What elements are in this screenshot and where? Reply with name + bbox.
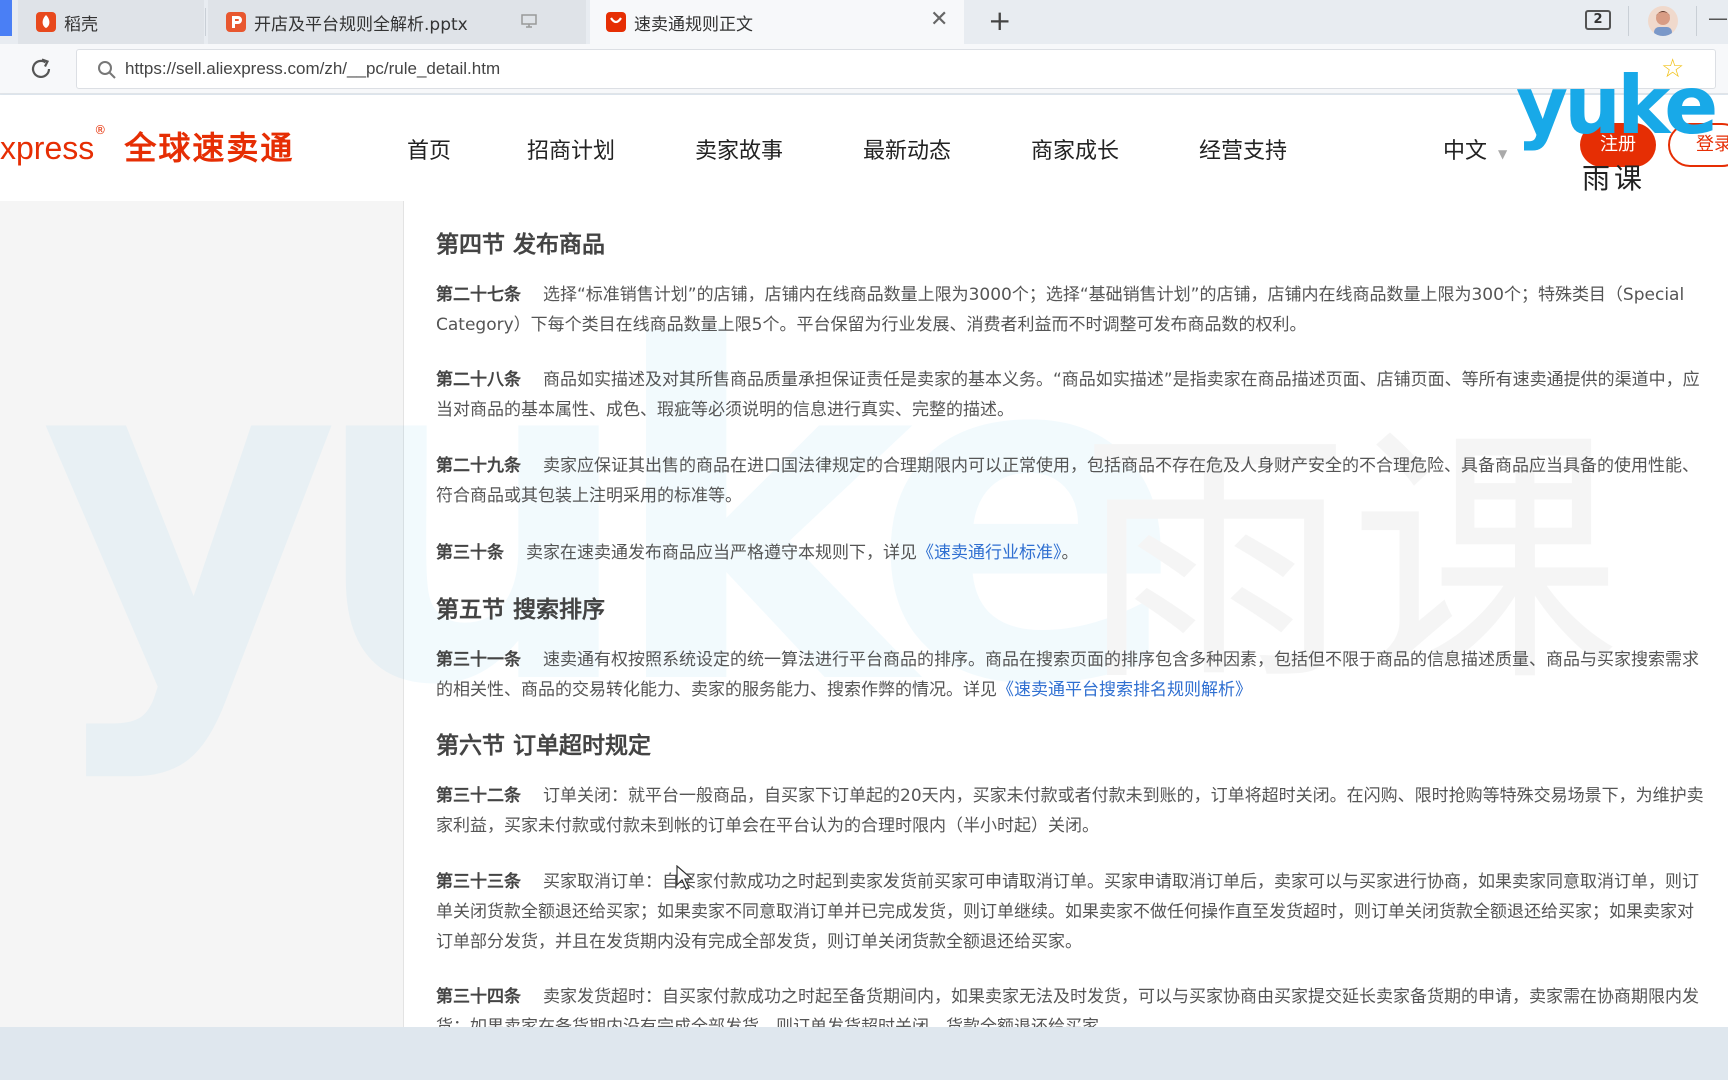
logo-text-en: xpress — [0, 130, 95, 166]
search-icon — [97, 60, 117, 84]
window-accent — [0, 0, 12, 36]
rule-head: 第三十条 — [436, 543, 504, 563]
rule-head: 第二十七条 — [436, 285, 521, 305]
refresh-icon[interactable] — [28, 56, 54, 86]
nav-news[interactable]: 最新动态 — [863, 133, 951, 165]
rule-head: 第三十四条 — [436, 987, 521, 1007]
section-title-6: 第六节 订单超时规定 — [436, 733, 652, 759]
nav-home[interactable]: 首页 — [407, 133, 451, 165]
rule-text: 选择“标准销售计划”的店铺，店铺内在线商品数量上限为3000个；选择“基础销售计… — [436, 285, 1685, 335]
page-body: yuke 雨课 第四节 发布商品 第二十七条 选择“标准销售计划”的店铺，店铺内在… — [0, 201, 1728, 1027]
rule-27: 第二十七条 选择“标准销售计划”的店铺，店铺内在线商品数量上限为3000个；选择“… — [436, 280, 1706, 340]
rule-text: 订单关闭：就平台一般商品，自买家下订单起的20天内，买家未付款或者付款未到账的，… — [436, 786, 1704, 836]
rule-31: 第三十一条 速卖通有权按照系统设定的统一算法进行平台商品的排序。商品在搜索页面的排… — [436, 645, 1706, 705]
rule-head: 第三十二条 — [436, 786, 521, 806]
watermark-brand: yuke — [1516, 59, 1718, 152]
rule-text: 卖家应保证其出售的商品在进口国法律规定的合理期限内可以正常使用，包括商品不存在危… — [436, 456, 1699, 506]
section-title-5: 第五节 搜索排序 — [436, 597, 606, 623]
nav-operation-support[interactable]: 经营支持 — [1199, 133, 1287, 165]
site-logo[interactable]: xpress® 全球速卖通 — [0, 123, 294, 169]
rule-33: 第三十三条 买家取消订单：自买家付款成功之时起到卖家发货前买家可申请取消订单。买家… — [436, 867, 1706, 957]
close-tab-icon[interactable]: ✕ — [930, 7, 948, 32]
section-title-4: 第四节 发布商品 — [436, 232, 606, 258]
rule-text: 卖家在速卖通发布商品应当严格遵守本规则下，详见 — [526, 543, 917, 563]
rule-32: 第三十二条 订单关闭：就平台一般商品，自买家下订单起的20天内，买家未付款或者付款… — [436, 781, 1706, 841]
bottom-strip — [0, 1027, 1728, 1080]
tab-title: 稻壳 — [64, 14, 98, 35]
tab-divider — [205, 8, 206, 36]
url-text: https://sell.aliexpress.com/zh/__pc/rule… — [125, 59, 501, 78]
nav-merchant-growth[interactable]: 商家成长 — [1031, 133, 1119, 165]
wps-presentation-icon — [226, 12, 246, 32]
rule-head: 第二十八条 — [436, 370, 521, 390]
rule-28: 第二十八条 商品如实描述及对其所售商品质量承担保证责任是卖家的基本义务。“商品如实… — [436, 365, 1706, 425]
rule-34: 第三十四条 卖家发货超时：自买家付款成功之时起至备货期间内，如果卖家无法及时发货，… — [436, 982, 1706, 1027]
browser-window: 稻壳 开店及平台规则全解析.pptx 速卖通规则正文 ✕ + 2 — https… — [0, 0, 1728, 1080]
rule-text: 买家取消订单：自买家付款成功之时起到卖家发货前买家可申请取消订单。买家申请取消订… — [436, 872, 1699, 952]
rule-30: 第三十条 卖家在速卖通发布商品应当严格遵守本规则下，详见《速卖通行业标准》。 — [436, 538, 1706, 568]
url-field[interactable]: https://sell.aliexpress.com/zh/__pc/rule… — [76, 49, 1716, 89]
rule-text: 商品如实描述及对其所售商品质量承担保证责任是卖家的基本义务。“商品如实描述”是指… — [436, 370, 1700, 420]
logo-text-cn: 全球速卖通 — [124, 129, 295, 167]
rule-head: 第三十一条 — [436, 650, 521, 670]
site-header: xpress® 全球速卖通 首页 招商计划 卖家故事 最新动态 商家成长 经营支… — [0, 59, 1728, 201]
window-count-badge[interactable]: 2 — [1585, 10, 1611, 30]
language-selector[interactable]: 中文 ▼ — [1443, 133, 1507, 165]
tab-pptx[interactable]: 开店及平台规则全解析.pptx — [208, 0, 586, 44]
rule-article: 第四节 发布商品 第二十七条 选择“标准销售计划”的店铺，店铺内在线商品数量上限为… — [404, 201, 1724, 1027]
nav-seller-stories[interactable]: 卖家故事 — [695, 133, 783, 165]
language-label: 中文 — [1443, 139, 1488, 164]
tab-title: 速卖通规则正文 — [634, 14, 753, 35]
rule-head: 第三十三条 — [436, 872, 521, 892]
minimize-icon[interactable]: — — [1708, 6, 1728, 30]
tab-docer[interactable]: 稻壳 — [18, 0, 204, 44]
rule-text: 卖家发货超时：自买家付款成功之时起至备货期间内，如果卖家无法及时发货，可以与买家… — [436, 987, 1699, 1027]
trademark-mark: ® — [94, 123, 107, 137]
monitor-icon[interactable] — [520, 12, 538, 35]
watermark-brand-cn: 雨课 — [1582, 162, 1647, 195]
left-sidebar — [0, 201, 404, 1027]
chevron-down-icon: ▼ — [1498, 147, 1508, 161]
toolbar-divider — [1696, 6, 1697, 36]
rule-text-tail: 。 — [1061, 543, 1079, 563]
avatar[interactable] — [1648, 6, 1678, 36]
aliexpress-icon — [606, 12, 626, 32]
tab-bar: 稻壳 开店及平台规则全解析.pptx 速卖通规则正文 ✕ + 2 — — [0, 0, 1728, 44]
docer-icon — [36, 12, 56, 32]
rule-head: 第二十九条 — [436, 456, 521, 476]
toolbar-divider — [1628, 6, 1629, 36]
rule-29: 第二十九条 卖家应保证其出售的商品在进口国法律规定的合理期限内可以正常使用，包括商… — [436, 451, 1706, 511]
search-ranking-link[interactable]: 《速卖通平台搜索排名规则解析》 — [997, 680, 1252, 700]
new-tab-icon[interactable]: + — [988, 4, 1011, 37]
address-bar: https://sell.aliexpress.com/zh/__pc/rule… — [0, 44, 1728, 94]
industry-standard-link[interactable]: 《速卖通行业标准》 — [917, 543, 1062, 563]
tab-title: 开店及平台规则全解析.pptx — [254, 14, 468, 35]
mouse-cursor-icon — [676, 864, 694, 895]
tab-rules-active[interactable]: 速卖通规则正文 ✕ — [590, 0, 964, 44]
nav-recruitment[interactable]: 招商计划 — [527, 133, 615, 165]
watermark-logo: yuke 雨课 — [1516, 59, 1718, 199]
